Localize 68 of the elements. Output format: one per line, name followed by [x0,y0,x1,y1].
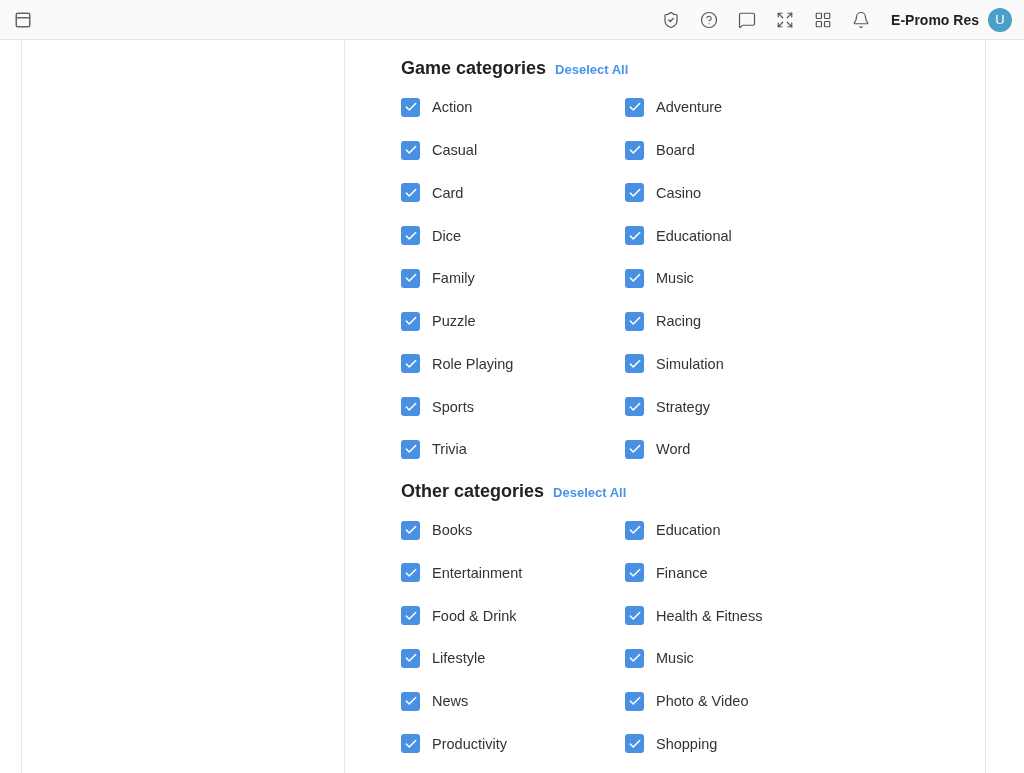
section-title: Other categories [401,480,545,502]
category-label: Family [432,270,475,287]
checkbox[interactable] [625,563,644,583]
checkbox[interactable] [625,439,644,459]
deselect-all-link[interactable]: Deselect All [553,484,627,500]
category-label: Role Playing [432,355,514,372]
checkbox[interactable] [401,226,420,246]
checkbox[interactable] [401,397,420,417]
checkbox[interactable] [401,354,420,374]
checkbox[interactable] [401,97,420,117]
category-label: News [432,693,469,710]
category-label: Adventure [656,99,723,116]
category-label: Racing [656,313,702,330]
checkbox[interactable] [625,734,644,754]
checkbox[interactable] [401,439,420,459]
category-label: Card [432,184,464,201]
checkbox[interactable] [625,311,644,331]
checkbox[interactable] [625,520,644,540]
checkbox[interactable] [625,268,644,288]
checkbox[interactable] [625,691,644,711]
checkbox[interactable] [401,140,420,160]
deselect-all-link[interactable]: Deselect All [555,62,629,77]
category-label: Books [432,522,473,539]
checkbox[interactable] [401,734,420,754]
category-label: Puzzle [432,313,476,330]
category-label: Photo & Video [656,693,749,710]
layout-icon[interactable] [14,10,32,29]
category-label: Shopping [656,735,718,752]
checkbox[interactable] [401,648,420,668]
checkbox[interactable] [401,691,420,711]
category-label: Word [656,441,691,458]
checkbox[interactable] [625,354,644,374]
checkbox[interactable] [401,311,420,331]
category-label: Productivity [432,735,507,752]
checkbox[interactable] [625,606,644,626]
checkbox[interactable] [401,268,420,288]
category-label: Music [656,650,694,667]
checkbox[interactable] [625,648,644,668]
category-label: Simulation [656,355,724,372]
category-label: Action [432,99,473,116]
checkbox[interactable] [625,226,644,246]
category-label: Board [656,142,695,159]
checkbox[interactable] [401,563,420,583]
category-label: Casino [656,184,702,201]
category-label: Education [656,522,721,539]
category-label: Music [656,270,694,287]
category-label: Casual [432,142,478,159]
category-label: Strategy [656,398,710,415]
checkbox[interactable] [401,606,420,626]
category-label: Lifestyle [432,650,486,667]
category-label: Finance [656,564,708,581]
checkbox[interactable] [625,97,644,117]
help-icon[interactable] [699,9,720,30]
category-label: Entertainment [432,564,523,581]
category-label: Food & Drink [432,607,517,624]
category-label: Educational [656,227,732,244]
checkbox[interactable] [625,183,644,203]
category-label: Sports [432,398,474,415]
checkbox[interactable] [401,520,420,540]
checkbox[interactable] [401,183,420,203]
user-name: E-Promo Res [891,11,979,28]
checkbox[interactable] [625,140,644,160]
user-avatar[interactable]: U [988,7,1012,32]
section-title: Game categories [401,58,547,79]
checkbox[interactable] [625,397,644,417]
category-label: Trivia [432,441,467,458]
category-label: Health & Fitness [656,607,763,624]
category-label: Dice [432,227,461,244]
